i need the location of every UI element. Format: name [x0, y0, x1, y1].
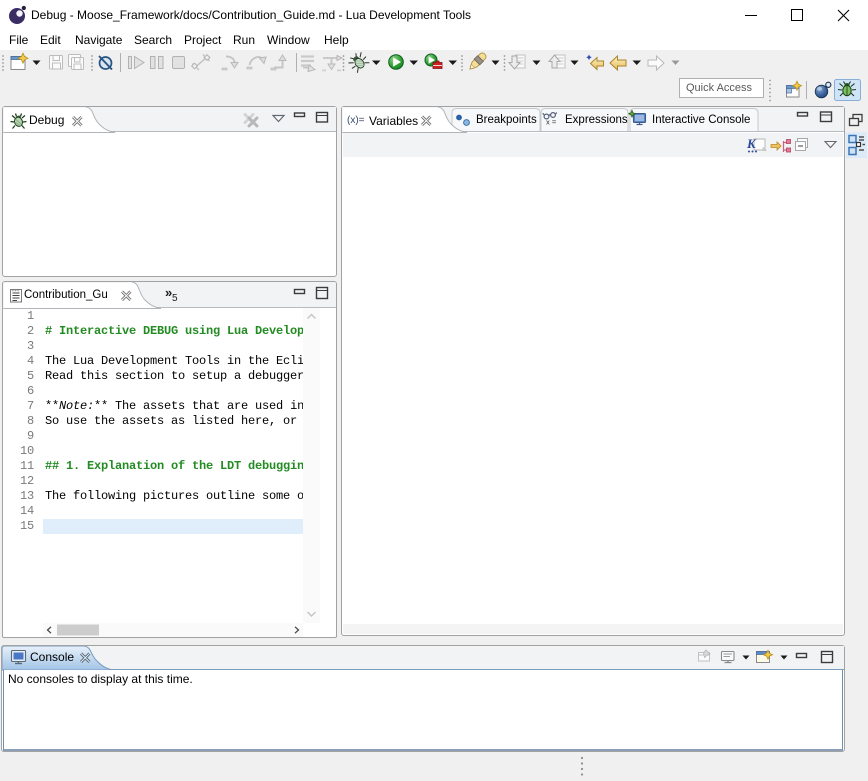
svg-text:x =: x =: [546, 118, 557, 127]
svg-text:K: K: [746, 136, 757, 151]
